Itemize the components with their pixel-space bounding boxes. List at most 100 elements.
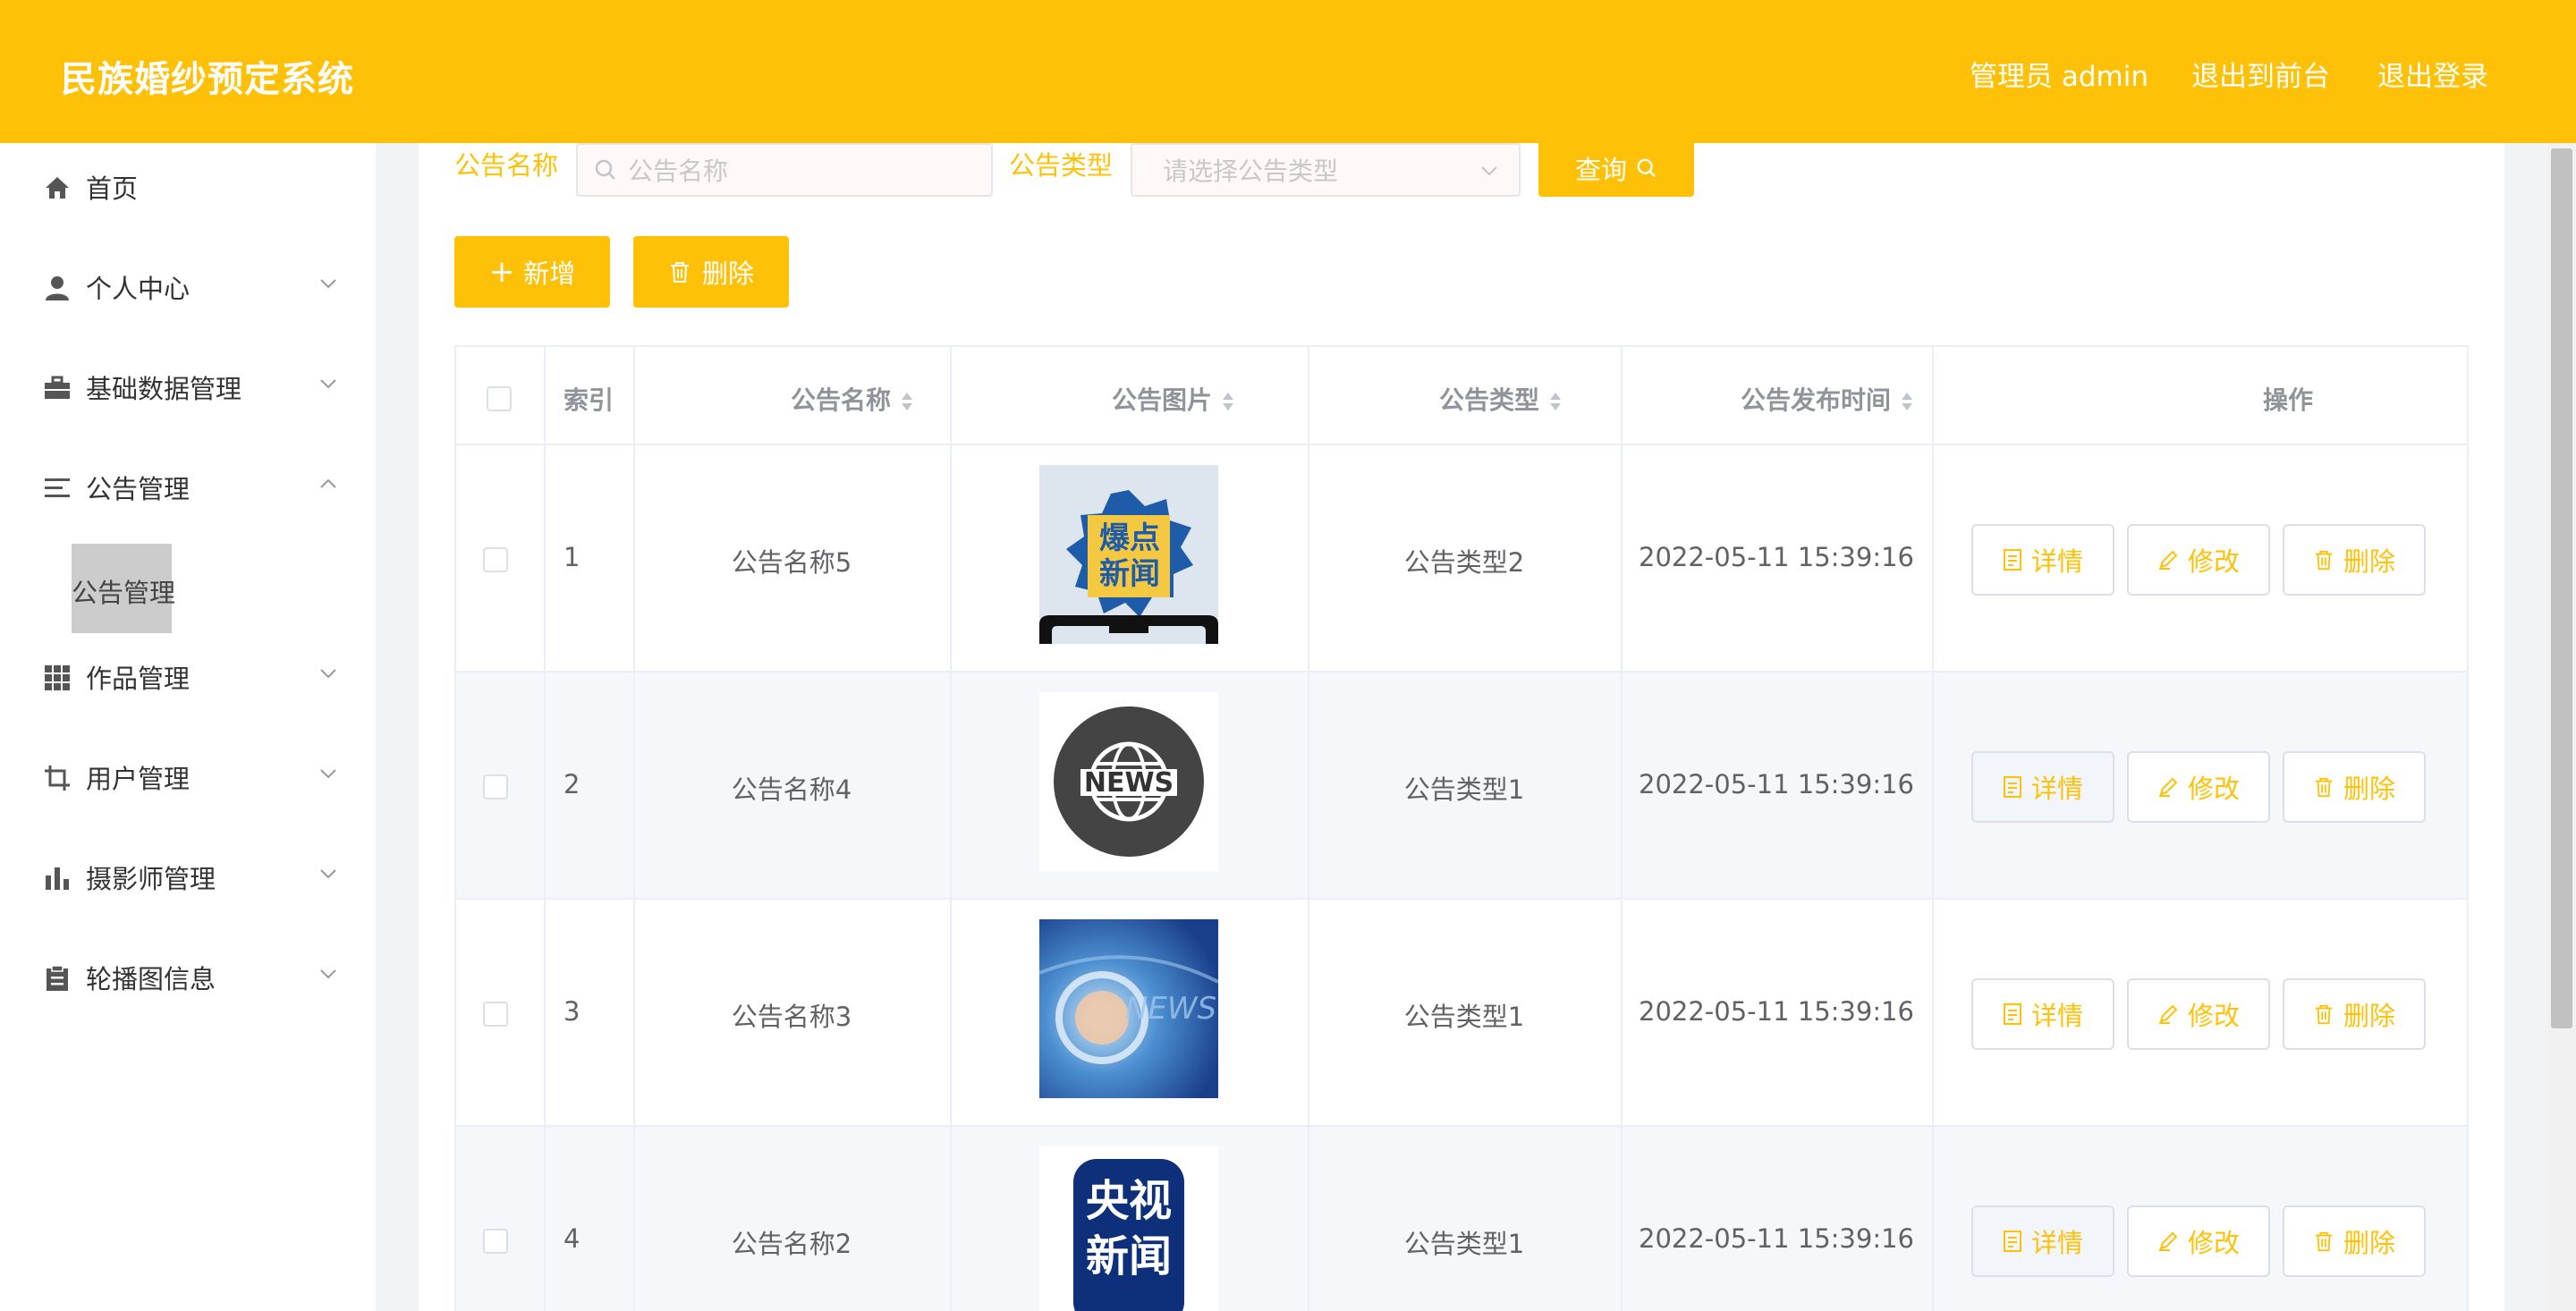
sidebar-item-label: 首页 xyxy=(86,173,139,204)
pencil-icon xyxy=(2158,1004,2178,1024)
detail-button-label: 详情 xyxy=(2030,774,2083,804)
detail-button-label: 详情 xyxy=(2030,546,2083,577)
pencil-icon xyxy=(2158,777,2178,797)
delete-button-label: 删除 xyxy=(2343,1001,2395,1031)
cell-index: 4 xyxy=(564,1223,580,1254)
notice-name-input[interactable]: 公告名称 xyxy=(576,143,993,197)
notice-image-thumbnail[interactable]: 爆点新闻 xyxy=(1039,465,1218,644)
query-button[interactable]: 查询 xyxy=(1538,140,1694,197)
notice-name-label: 公告名称 xyxy=(454,150,559,181)
submenu-item-label: 公告管理 xyxy=(72,578,176,608)
column-header-actions: 操作 xyxy=(2262,385,2313,415)
delete-button[interactable]: 删除 xyxy=(2283,751,2426,823)
cell-notice-type: 公告类型1 xyxy=(1403,1229,1525,1259)
sidebar-item-users[interactable]: 用户管理 xyxy=(0,733,376,823)
row-checkbox[interactable] xyxy=(483,547,508,572)
edit-button-label: 修改 xyxy=(2187,546,2240,577)
sidebar-item-works[interactable]: 作品管理 xyxy=(0,633,376,723)
document-icon xyxy=(2003,776,2021,798)
add-button-label: 新增 xyxy=(523,258,576,289)
sidebar-item-label: 公告管理 xyxy=(86,474,191,504)
plus-icon: + xyxy=(488,254,515,290)
detail-button[interactable]: 详情 xyxy=(1971,751,2114,823)
batch-delete-button-label: 删除 xyxy=(701,258,754,289)
detail-button[interactable]: 详情 xyxy=(1971,978,2114,1050)
cell-notice-type: 公告类型2 xyxy=(1403,547,1525,578)
sidebar-item-label: 轮播图信息 xyxy=(86,964,216,994)
cell-publish-time: 2022-05-11 15:39:16 xyxy=(1639,996,1914,1027)
submenu-item-notice-manage[interactable]: 公告管理 xyxy=(72,544,176,633)
document-icon xyxy=(2003,1003,2021,1025)
home-icon xyxy=(43,173,72,202)
edit-button-label: 修改 xyxy=(2187,1228,2240,1258)
batch-delete-button[interactable]: 删除 xyxy=(633,236,789,308)
delete-button[interactable]: 删除 xyxy=(2283,1205,2426,1277)
crop-icon xyxy=(43,764,72,792)
delete-button[interactable]: 删除 xyxy=(2283,524,2426,596)
sort-icon xyxy=(1902,393,1912,410)
logout-link[interactable]: 退出登录 xyxy=(2377,54,2488,94)
delete-button-label: 删除 xyxy=(2343,774,2395,804)
row-checkbox[interactable] xyxy=(483,774,508,799)
select-all-checkbox[interactable] xyxy=(487,386,512,411)
notice-type-placeholder: 请选择公告类型 xyxy=(1163,156,1339,186)
cell-publish-time: 2022-05-11 15:39:16 xyxy=(1639,769,1914,799)
top-header: 民族婚纱预定系统 管理员 admin 退出到前台 退出登录 xyxy=(0,0,2576,143)
notice-image-thumbnail[interactable]: 央视新闻 xyxy=(1039,1146,1218,1311)
column-header-type[interactable]: 公告类型 xyxy=(1367,381,1635,417)
detail-button-label: 详情 xyxy=(2030,1001,2083,1031)
sidebar-item-notice[interactable]: 公告管理 xyxy=(0,444,376,533)
column-header-publish-time[interactable]: 公告发布时间 xyxy=(1671,381,1984,417)
detail-button[interactable]: 详情 xyxy=(1971,1205,2114,1277)
chevron-down-icon xyxy=(320,869,336,879)
column-header-name[interactable]: 公告名称 xyxy=(723,381,982,417)
sidebar-item-carousel[interactable]: 轮播图信息 xyxy=(0,934,376,1023)
row-checkbox[interactable] xyxy=(483,1002,508,1027)
add-button[interactable]: + 新增 xyxy=(454,236,610,308)
notice-image-thumbnail[interactable]: NEWS xyxy=(1039,919,1218,1098)
scrollbar-thumb[interactable] xyxy=(2551,148,2572,1028)
bar-chart-icon xyxy=(43,864,72,892)
sort-icon xyxy=(902,393,912,410)
trash-icon xyxy=(2315,550,2333,571)
delete-button[interactable]: 删除 xyxy=(2283,978,2426,1050)
trash-icon xyxy=(2315,1004,2333,1025)
notice-table: 索引 公告名称 公告图片 公告类型 公告发布时间 操作 1 公告名称5 爆点新闻… xyxy=(454,345,2469,1311)
sidebar-item-label: 作品管理 xyxy=(86,664,191,694)
chevron-down-icon xyxy=(320,279,336,289)
column-header-image[interactable]: 公告图片 xyxy=(1039,381,1308,417)
cell-notice-type: 公告类型1 xyxy=(1403,774,1525,805)
cell-notice-name: 公告名称5 xyxy=(731,547,852,578)
exit-to-front-link[interactable]: 退出到前台 xyxy=(2191,54,2330,94)
sidebar-item-photographers[interactable]: 摄影师管理 xyxy=(0,833,376,923)
notice-type-select[interactable]: 请选择公告类型 xyxy=(1131,143,1521,197)
cell-index: 3 xyxy=(564,996,580,1027)
cell-notice-name: 公告名称2 xyxy=(731,1229,852,1259)
edit-button[interactable]: 修改 xyxy=(2127,751,2270,823)
chevron-down-icon xyxy=(320,669,336,679)
sort-icon xyxy=(1550,393,1561,410)
cell-notice-name: 公告名称3 xyxy=(731,1002,852,1032)
notice-type-label: 公告类型 xyxy=(1009,150,1114,181)
delete-button-label: 删除 xyxy=(2343,546,2395,577)
chevron-down-icon xyxy=(320,969,336,979)
sidebar-item-profile[interactable]: 个人中心 xyxy=(0,243,376,333)
detail-button[interactable]: 详情 xyxy=(1971,524,2114,596)
edit-button[interactable]: 修改 xyxy=(2127,1205,2270,1277)
row-checkbox[interactable] xyxy=(483,1229,508,1254)
admin-user-label: 管理员 admin xyxy=(1970,61,2148,93)
edit-button[interactable]: 修改 xyxy=(2127,524,2270,596)
trash-icon xyxy=(670,262,689,283)
sidebar-item-label: 基础数据管理 xyxy=(86,374,242,404)
sidebar-item-home[interactable]: 首页 xyxy=(0,143,376,233)
delete-button-label: 删除 xyxy=(2343,1228,2395,1258)
pencil-icon xyxy=(2158,1231,2178,1251)
cell-index: 2 xyxy=(564,769,580,799)
column-header-index: 索引 xyxy=(564,385,614,415)
edit-button[interactable]: 修改 xyxy=(2127,978,2270,1050)
thumbnail-caption: NEWS xyxy=(1083,767,1174,799)
sidebar-item-base-data[interactable]: 基础数据管理 xyxy=(0,343,376,433)
cell-index: 1 xyxy=(564,542,580,572)
notice-image-thumbnail[interactable]: NEWS xyxy=(1039,692,1218,871)
chevron-down-icon xyxy=(320,379,336,389)
